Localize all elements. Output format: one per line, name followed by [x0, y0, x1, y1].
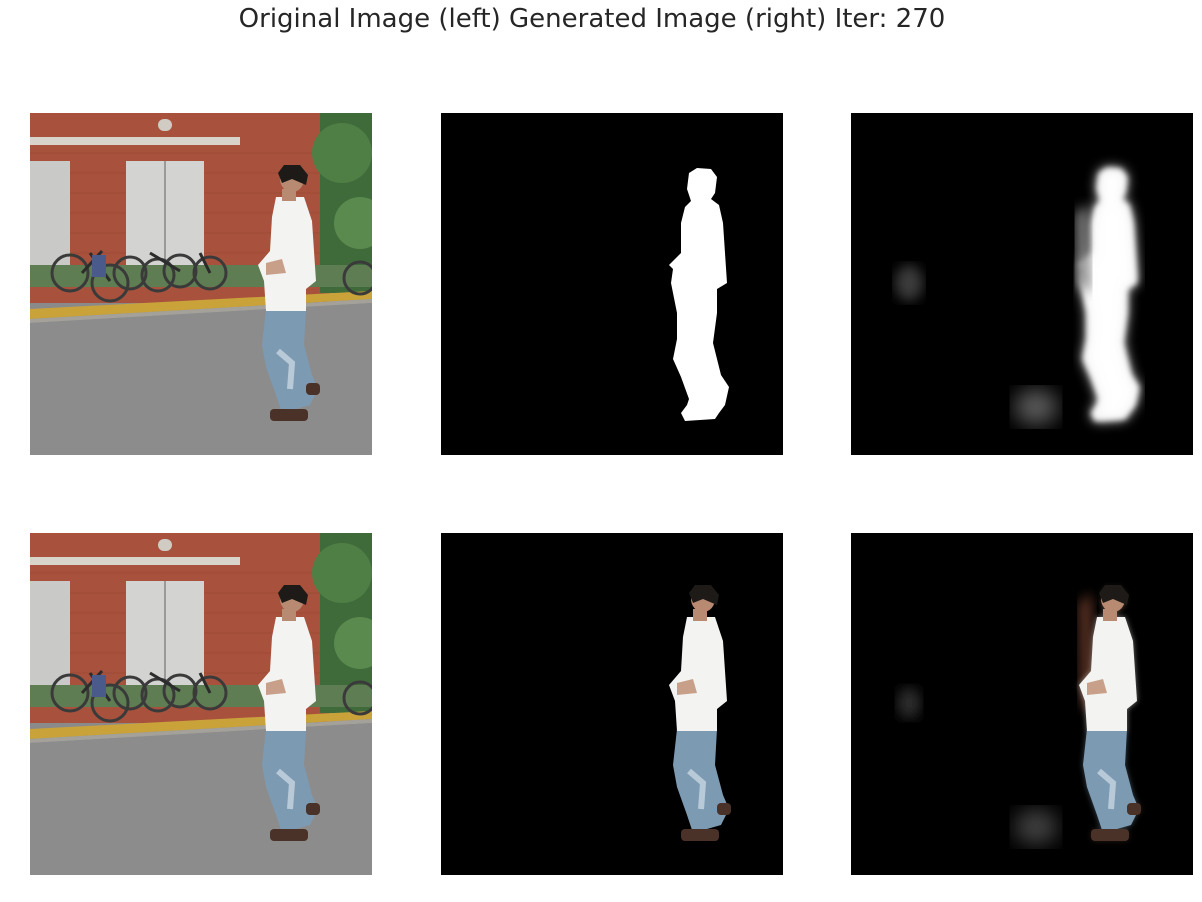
ground-truth-cutout: [441, 533, 783, 875]
masked-person-cutout: [441, 533, 783, 875]
soft-predicted-cutout: [851, 533, 1193, 875]
original-street-scene-photo: [30, 113, 372, 455]
figure-title: Original Image (left) Generated Image (r…: [238, 4, 946, 34]
original-street-scene-photo-2: [30, 533, 372, 875]
original-image-bottom: [30, 533, 372, 875]
generated-cutout: [851, 533, 1193, 875]
ground-truth-mask: [441, 113, 783, 455]
original-image-top: [30, 113, 372, 455]
generated-mask: [851, 113, 1193, 455]
binary-person-mask: [441, 113, 783, 455]
soft-predicted-mask: [851, 113, 1193, 455]
